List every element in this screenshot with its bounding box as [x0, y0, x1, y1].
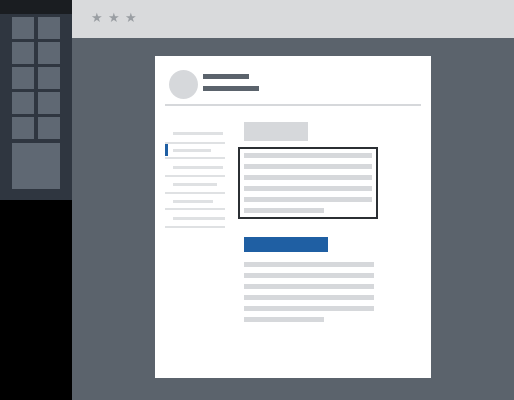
nav-item[interactable] [173, 166, 223, 169]
nav-item[interactable] [173, 183, 217, 186]
app-tile-large[interactable] [12, 143, 60, 189]
app-tile-10[interactable] [38, 117, 60, 139]
text-line [244, 306, 374, 311]
app-tile-2[interactable] [38, 17, 60, 39]
app-tile-4[interactable] [38, 42, 60, 64]
text-line [244, 317, 324, 322]
app-tile-6[interactable] [38, 67, 60, 89]
window-titlebar: ★ ★ ★ [72, 0, 514, 38]
tile-panel-header [0, 0, 74, 14]
text-line [244, 197, 372, 202]
section-heading-placeholder [244, 122, 308, 141]
text-line [244, 273, 374, 278]
author-subtitle-placeholder [203, 86, 259, 91]
selected-text-block[interactable] [238, 147, 378, 219]
text-line [244, 295, 374, 300]
app-tile-1[interactable] [12, 17, 34, 39]
app-tile-8[interactable] [38, 92, 60, 114]
nav-separator [165, 142, 225, 144]
nav-separator [165, 208, 225, 210]
text-line [244, 284, 374, 289]
text-line [244, 186, 372, 191]
nav-separator [165, 175, 225, 177]
document-page [155, 56, 431, 378]
nav-item[interactable] [173, 200, 213, 203]
app-tile-5[interactable] [12, 67, 34, 89]
nav-item[interactable] [173, 217, 225, 220]
nav-separator [165, 192, 225, 194]
app-tile-7[interactable] [12, 92, 34, 114]
star-icon[interactable]: ★ [91, 12, 103, 25]
header-divider [165, 104, 421, 106]
main-window: ★ ★ ★ [72, 0, 514, 400]
nav-item[interactable] [173, 132, 223, 135]
app-tile-9[interactable] [12, 117, 34, 139]
primary-action-button[interactable] [244, 237, 328, 252]
text-line [244, 262, 374, 267]
nav-item-selected[interactable] [173, 149, 211, 152]
nav-selected-indicator [165, 144, 168, 156]
app-tile-3[interactable] [12, 42, 34, 64]
text-line [244, 175, 372, 180]
app-tile-panel [0, 0, 74, 200]
screen: ★ ★ ★ [0, 0, 514, 400]
nav-separator [165, 226, 225, 228]
author-name-placeholder [203, 74, 249, 79]
star-icon[interactable]: ★ [108, 12, 120, 25]
text-line [244, 208, 324, 213]
nav-separator [165, 157, 225, 159]
text-line [244, 164, 372, 169]
text-line [244, 153, 372, 158]
star-icon[interactable]: ★ [125, 12, 137, 25]
avatar [169, 70, 198, 99]
